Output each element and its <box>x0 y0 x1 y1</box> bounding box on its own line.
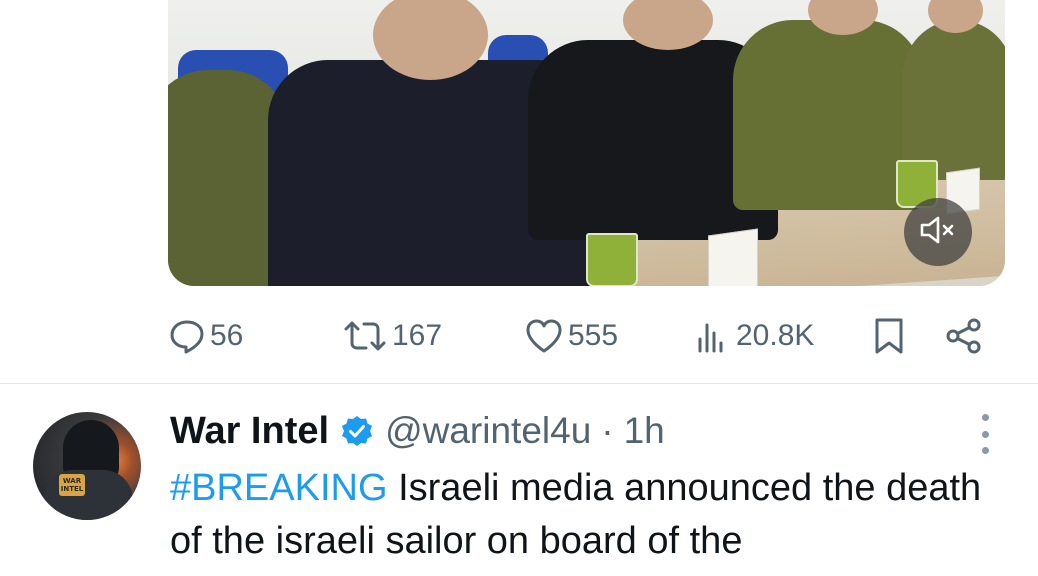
tweet-divider <box>0 383 1038 384</box>
tweet-timestamp[interactable]: 1h <box>624 410 665 452</box>
tweet-actions: 56 167 555 20.8K <box>168 312 988 360</box>
video-person <box>903 20 1005 180</box>
avatar[interactable]: WAR INTEL <box>33 412 141 520</box>
share-button[interactable] <box>944 312 984 360</box>
verified-badge-icon <box>341 415 373 447</box>
avatar-patch: WAR INTEL <box>59 474 85 496</box>
repost-count: 167 <box>392 319 443 352</box>
author-name[interactable]: War Intel <box>170 410 329 453</box>
avatar-figure-body <box>43 470 133 520</box>
author-handle[interactable]: @warintel4u <box>385 410 591 452</box>
video-nameplate <box>708 228 758 286</box>
repost-button[interactable]: 167 <box>342 312 442 360</box>
like-button[interactable]: 555 <box>524 312 618 360</box>
hashtag-link[interactable]: #BREAKING <box>170 467 388 509</box>
heart-icon <box>524 317 564 355</box>
reply-icon <box>168 317 206 355</box>
video-person <box>733 20 923 210</box>
mute-button[interactable] <box>904 198 972 266</box>
repost-icon <box>342 317 388 355</box>
tweet-header: War Intel @warintel4u · 1h <box>170 404 665 458</box>
views-icon <box>696 317 732 355</box>
reply-count: 56 <box>210 319 244 352</box>
tweet-text: #BREAKING Israeli media announced the de… <box>170 462 1000 568</box>
volume-muted-icon <box>919 215 957 250</box>
views-button[interactable]: 20.8K <box>696 312 814 360</box>
separator-dot: · <box>601 410 614 451</box>
more-vertical-icon <box>981 414 989 421</box>
tweet-video[interactable] <box>168 0 1005 286</box>
more-options-button[interactable] <box>975 414 995 454</box>
like-count: 555 <box>568 319 619 352</box>
bookmark-button[interactable] <box>872 312 906 360</box>
share-icon <box>944 316 984 356</box>
reply-button[interactable]: 56 <box>168 312 243 360</box>
views-count: 20.8K <box>736 319 815 352</box>
video-cup <box>586 233 638 286</box>
bookmark-icon <box>872 316 906 356</box>
